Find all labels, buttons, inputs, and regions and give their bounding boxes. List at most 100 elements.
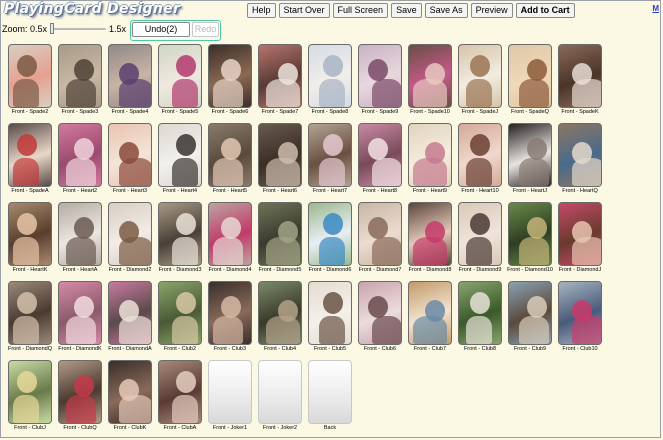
preview-button[interactable]: Preview [470,3,513,18]
card-photo-thumbnail[interactable] [558,123,602,187]
card-photo-thumbnail[interactable] [508,281,552,345]
card-photo-thumbnail[interactable] [108,360,152,424]
card-photo-thumbnail[interactable] [308,281,352,345]
card-slot: Front - Club6 [355,280,405,359]
photo-subject [172,237,198,265]
start-over-button[interactable]: Start Over [278,3,330,18]
card-photo-thumbnail[interactable] [108,44,152,108]
photo-subject [368,59,388,81]
card-photo-thumbnail[interactable] [58,281,102,345]
redo-button[interactable]: Redo [192,22,219,37]
card-photo-thumbnail[interactable] [158,44,202,108]
card-photo-thumbnail[interactable] [508,44,552,108]
card-photo-thumbnail[interactable] [8,202,52,266]
card-photo-thumbnail[interactable] [458,281,502,345]
card-photo-thumbnail[interactable] [358,281,402,345]
card-label: Front - Club7 [413,346,447,352]
card-photo-thumbnail[interactable] [358,202,402,266]
card-slot: Front - Spade2 [5,43,55,122]
card-photo-thumbnail[interactable] [108,123,152,187]
photo-subject [176,292,196,314]
card-photo-thumbnail[interactable] [508,123,552,187]
card-photo-thumbnail[interactable] [58,123,102,187]
card-photo-thumbnail[interactable] [8,44,52,108]
photo-subject [74,138,94,160]
photo-subject [74,217,94,239]
photo-subject [323,134,343,156]
card-photo-thumbnail[interactable] [208,123,252,187]
card-photo-thumbnail[interactable] [208,44,252,108]
save-as-button[interactable]: Save As [424,3,468,18]
save-button[interactable]: Save [391,3,422,18]
card-photo-thumbnail[interactable] [8,123,52,187]
card-slot: Front - Club4 [255,280,305,359]
card-photo-thumbnail[interactable] [408,281,452,345]
card-slot: Front - Joker1 [205,359,255,438]
card-photo-thumbnail[interactable] [258,44,302,108]
card-photo-thumbnail[interactable] [158,281,202,345]
card-grid: Front - Spade2 Front - Spade3 Front - Spad… [5,43,605,438]
zoom-min-label: Zoom: 0.5x [2,24,48,34]
card-photo-thumbnail[interactable] [158,123,202,187]
card-slot: Front - SpadeA [5,122,55,201]
photo-subject [213,237,243,265]
card-slot: Front - ClubQ [55,359,105,438]
card-photo-thumbnail[interactable] [458,44,502,108]
card-photo-thumbnail[interactable] [8,281,52,345]
card-photo-thumbnail[interactable] [158,202,202,266]
card-photo-thumbnail[interactable] [108,281,152,345]
card-photo-thumbnail[interactable] [58,360,102,424]
undo-button[interactable]: Undo(2) [132,22,190,37]
card-photo-thumbnail[interactable] [558,281,602,345]
card-photo-thumbnail[interactable] [308,123,352,187]
zoom-slider[interactable] [50,23,107,35]
card-photo-thumbnail[interactable] [308,44,352,108]
card-photo-thumbnail[interactable] [408,44,452,108]
card-photo-thumbnail[interactable] [58,202,102,266]
card-slot: Front - DiamondA [105,280,155,359]
card-photo-thumbnail[interactable] [458,123,502,187]
card-label: Front - HeartQ [562,188,598,194]
card-photo-thumbnail[interactable] [158,360,202,424]
card-slot: Front - Heart10 [455,122,505,201]
m-link[interactable]: M [652,4,659,13]
zoom-slider-thumb[interactable] [50,23,55,34]
card-label: Front - SpadeQ [511,109,549,115]
card-slot: Front - SpadeJ [455,43,505,122]
card-photo-thumbnail[interactable] [408,202,452,266]
photo-subject [466,316,492,344]
card-photo-thumbnail[interactable] [8,360,52,424]
card-photo-thumbnail[interactable] [258,281,302,345]
card-photo-thumbnail[interactable] [58,44,102,108]
card-blank-thumbnail[interactable] [258,360,302,424]
card-photo-thumbnail[interactable] [408,123,452,187]
photo-subject [13,79,39,107]
card-label: Front - Spade9 [361,109,399,115]
card-photo-thumbnail[interactable] [258,123,302,187]
photo-subject [17,292,37,314]
photo-subject [572,237,601,265]
card-blank-thumbnail[interactable] [208,360,252,424]
card-label: Front - Club5 [313,346,347,352]
card-label: Front - Diamond9 [458,267,502,273]
card-photo-thumbnail[interactable] [358,123,402,187]
card-slot: Front - Club5 [305,280,355,359]
card-photo-thumbnail[interactable] [358,44,402,108]
photo-subject [13,237,39,265]
card-photo-thumbnail[interactable] [508,202,552,266]
full-screen-button[interactable]: Full Screen [332,3,389,18]
card-photo-thumbnail[interactable] [108,202,152,266]
add-to-cart-button[interactable]: Add to Cart [515,3,575,18]
help-button[interactable]: Help [247,3,276,18]
card-label: Front - ClubJ [14,425,46,431]
card-photo-thumbnail[interactable] [208,202,252,266]
card-blank-thumbnail[interactable] [308,360,352,424]
card-photo-thumbnail[interactable] [308,202,352,266]
card-photo-thumbnail[interactable] [208,281,252,345]
photo-subject [323,292,343,314]
card-photo-thumbnail[interactable] [258,202,302,266]
card-slot: Front - Spade7 [255,43,305,122]
card-photo-thumbnail[interactable] [458,202,502,266]
card-photo-thumbnail[interactable] [558,202,602,266]
card-photo-thumbnail[interactable] [558,44,602,108]
